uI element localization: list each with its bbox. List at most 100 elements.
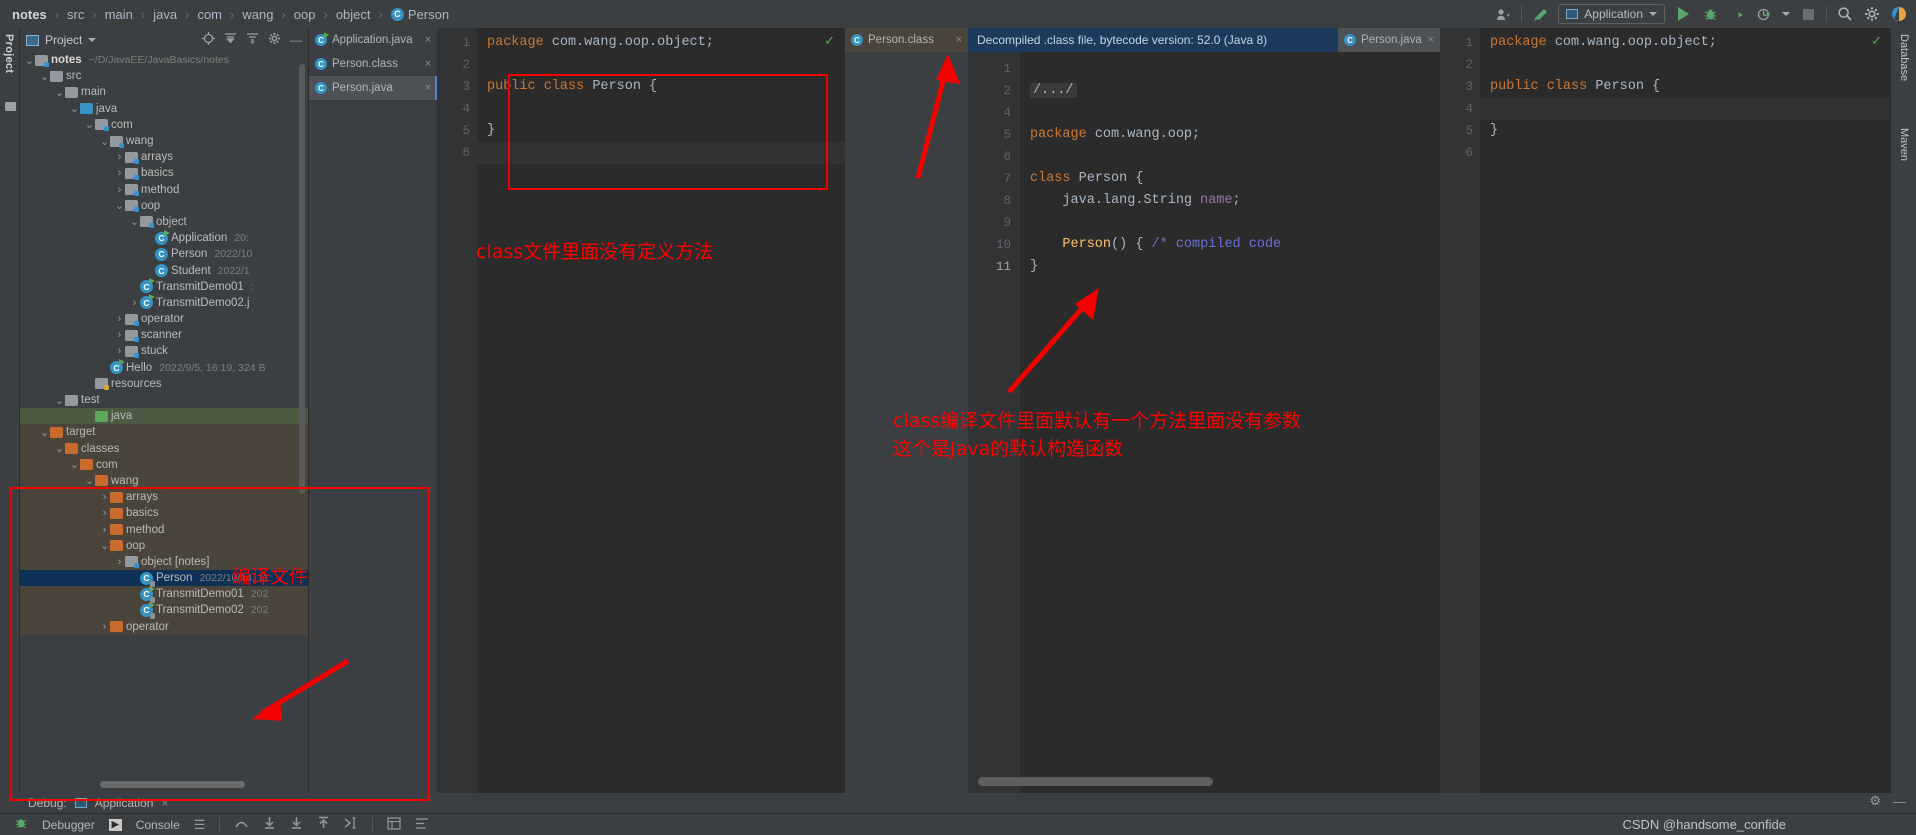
tree-node-main[interactable]: ⌄ main — [20, 84, 308, 100]
editor-tab-application-java[interactable]: C Application.java × — [309, 28, 437, 52]
chevron-right-icon[interactable]: › — [99, 507, 110, 519]
chevron-down-icon[interactable]: ⌄ — [84, 118, 95, 131]
step-into-icon[interactable] — [263, 816, 276, 833]
right-tab-database[interactable]: Database — [1898, 34, 1910, 81]
gear-icon[interactable]: ⚙ — [1869, 793, 1881, 809]
tree-node-basics[interactable]: › basics — [20, 505, 308, 522]
code-area-3[interactable]: package com.wang.oop.object; public class… — [1480, 28, 1890, 793]
run-with-coverage-button[interactable] — [1728, 5, 1746, 23]
breadcrumb-item-java[interactable]: java — [151, 7, 179, 22]
step-over-icon[interactable] — [234, 817, 249, 833]
tree-node-resources[interactable]: resources — [20, 376, 308, 392]
tree-node-notes[interactable]: ⌄ notes ~/D/JavaEE/JavaBasics/notes — [20, 52, 308, 68]
chevron-right-icon[interactable]: › — [129, 297, 140, 309]
breadcrumb-item-src[interactable]: src — [65, 7, 86, 22]
chevron-right-icon[interactable]: › — [99, 621, 110, 633]
chevron-down-icon[interactable]: ⌄ — [54, 442, 65, 455]
stop-button[interactable] — [1799, 5, 1817, 23]
chevron-right-icon[interactable]: › — [114, 151, 125, 163]
tree-node-oop[interactable]: ⌄ oop — [20, 537, 308, 554]
close-tab-icon[interactable]: × — [956, 34, 962, 46]
layout-icon[interactable] — [415, 817, 429, 833]
tree-node-classes[interactable]: ⌄ classes — [20, 440, 308, 457]
hide-icon[interactable]: — — [290, 33, 302, 47]
close-tab-icon[interactable]: × — [425, 58, 431, 70]
tree-node-basics[interactable]: › basics — [20, 165, 308, 181]
tree-node-java[interactable]: ⌄ java — [20, 101, 308, 117]
chevron-right-icon[interactable]: › — [114, 345, 125, 357]
locate-icon[interactable] — [202, 32, 215, 48]
editor-tab-person-class[interactable]: C Person.class × — [309, 52, 437, 76]
tree-node-hello[interactable]: C Hello 2022/9/5, 16:19, 324 B — [20, 359, 308, 376]
chevron-right-icon[interactable]: › — [99, 491, 110, 503]
search-icon[interactable] — [1836, 5, 1854, 23]
hide-icon[interactable]: — — [1893, 794, 1906, 809]
run-button[interactable] — [1674, 5, 1692, 23]
tree-node-application[interactable]: C Application 20: — [20, 229, 308, 246]
chevron-down-icon[interactable]: ⌄ — [24, 54, 35, 67]
updates-icon[interactable] — [1890, 5, 1908, 23]
tree-node-method[interactable]: › method — [20, 182, 308, 198]
chevron-right-icon[interactable]: › — [114, 184, 125, 196]
run-to-cursor-icon[interactable] — [344, 816, 358, 833]
chevron-down-icon[interactable]: ⌄ — [54, 86, 65, 99]
chevron-down-icon[interactable]: ⌄ — [99, 539, 110, 552]
gear-icon[interactable] — [268, 32, 281, 48]
force-step-into-icon[interactable] — [290, 816, 303, 833]
tree-node-transmitdemo02-j[interactable]: › C TransmitDemo02.j — [20, 294, 308, 311]
tree-node-src[interactable]: ⌄ src — [20, 68, 308, 84]
evaluate-icon[interactable] — [387, 816, 402, 833]
tree-vertical-scrollbar[interactable] — [299, 64, 305, 494]
editor-tab-person-java[interactable]: C Person.java × — [1338, 28, 1440, 52]
tree-node-transmitdemo02[interactable]: C TransmitDemo02 202 — [20, 601, 308, 619]
tree-horizontal-scrollbar[interactable] — [100, 781, 245, 788]
tree-node-transmitdemo01[interactable]: C TransmitDemo01: — [20, 278, 308, 295]
tree-node-com[interactable]: ⌄ com — [20, 456, 308, 473]
tree-node-method[interactable]: › method — [20, 521, 308, 538]
tree-node-com[interactable]: ⌄ com — [20, 117, 308, 133]
tree-node-target[interactable]: ⌄ target — [20, 424, 308, 441]
step-out-icon[interactable] — [317, 816, 330, 833]
editor-tab-person-class[interactable]: C Person.class × — [845, 28, 968, 52]
chevron-down-icon[interactable]: ⌄ — [129, 215, 140, 228]
tree-node-wang[interactable]: ⌄ wang — [20, 472, 308, 490]
breadcrumb-item-object[interactable]: object — [334, 7, 373, 22]
breadcrumb-item-person[interactable]: C Person — [389, 7, 451, 22]
tree-node-stuck[interactable]: › stuck — [20, 343, 308, 359]
chevron-down-icon[interactable]: ⌄ — [69, 102, 80, 115]
breadcrumb-item-notes[interactable]: notes — [10, 7, 49, 22]
tree-node-wang[interactable]: ⌄ wang — [20, 133, 308, 149]
debug-config-name[interactable]: Application — [95, 796, 154, 810]
editor-tab-person-java[interactable]: C Person.java × — [309, 76, 437, 100]
run-configuration-selector[interactable]: Application — [1558, 4, 1665, 24]
gear-icon[interactable] — [1863, 5, 1881, 23]
chevron-right-icon[interactable]: › — [114, 167, 125, 179]
tree-node-java[interactable]: java — [20, 408, 308, 425]
tree-node-student[interactable]: C Student 2022/1 — [20, 262, 308, 278]
profiler-button[interactable] — [1755, 5, 1773, 23]
chevron-right-icon[interactable]: › — [114, 556, 125, 568]
project-tree[interactable]: ⌄ notes ~/D/JavaEE/JavaBasics/notes ⌄ src ⌄ ma… — [20, 52, 308, 771]
chevron-down-icon[interactable]: ⌄ — [84, 474, 95, 487]
close-tab-icon[interactable]: × — [425, 82, 431, 94]
code-area-1[interactable]: package com.wang.oop.object; public class… — [477, 28, 845, 793]
expand-icon[interactable] — [246, 32, 259, 48]
build-icon[interactable] — [1531, 5, 1549, 23]
decompiled-horizontal-scrollbar[interactable] — [978, 777, 1213, 786]
close-tab-icon[interactable]: × — [425, 34, 431, 46]
tree-node-operator[interactable]: › operator — [20, 618, 308, 635]
chevron-right-icon[interactable]: › — [114, 329, 125, 341]
breadcrumb-item-main[interactable]: main — [103, 7, 135, 22]
chevron-right-icon[interactable]: › — [114, 313, 125, 325]
chevron-right-icon[interactable]: › — [99, 524, 110, 536]
close-tab-icon[interactable]: × — [1428, 34, 1434, 46]
chevron-down-icon[interactable] — [88, 38, 97, 42]
tab-console[interactable]: Console — [136, 818, 180, 832]
chevron-down-icon[interactable]: ⌄ — [54, 394, 65, 407]
breadcrumb-item-oop[interactable]: oop — [292, 7, 318, 22]
chevron-down-icon[interactable]: ⌄ — [39, 426, 50, 439]
debug-button[interactable] — [1701, 5, 1719, 23]
tree-node-arrays[interactable]: › arrays — [20, 489, 308, 506]
profiler-chevron-icon[interactable] — [1782, 12, 1790, 16]
tree-node-person[interactable]: C Person 2022/10 — [20, 246, 308, 262]
